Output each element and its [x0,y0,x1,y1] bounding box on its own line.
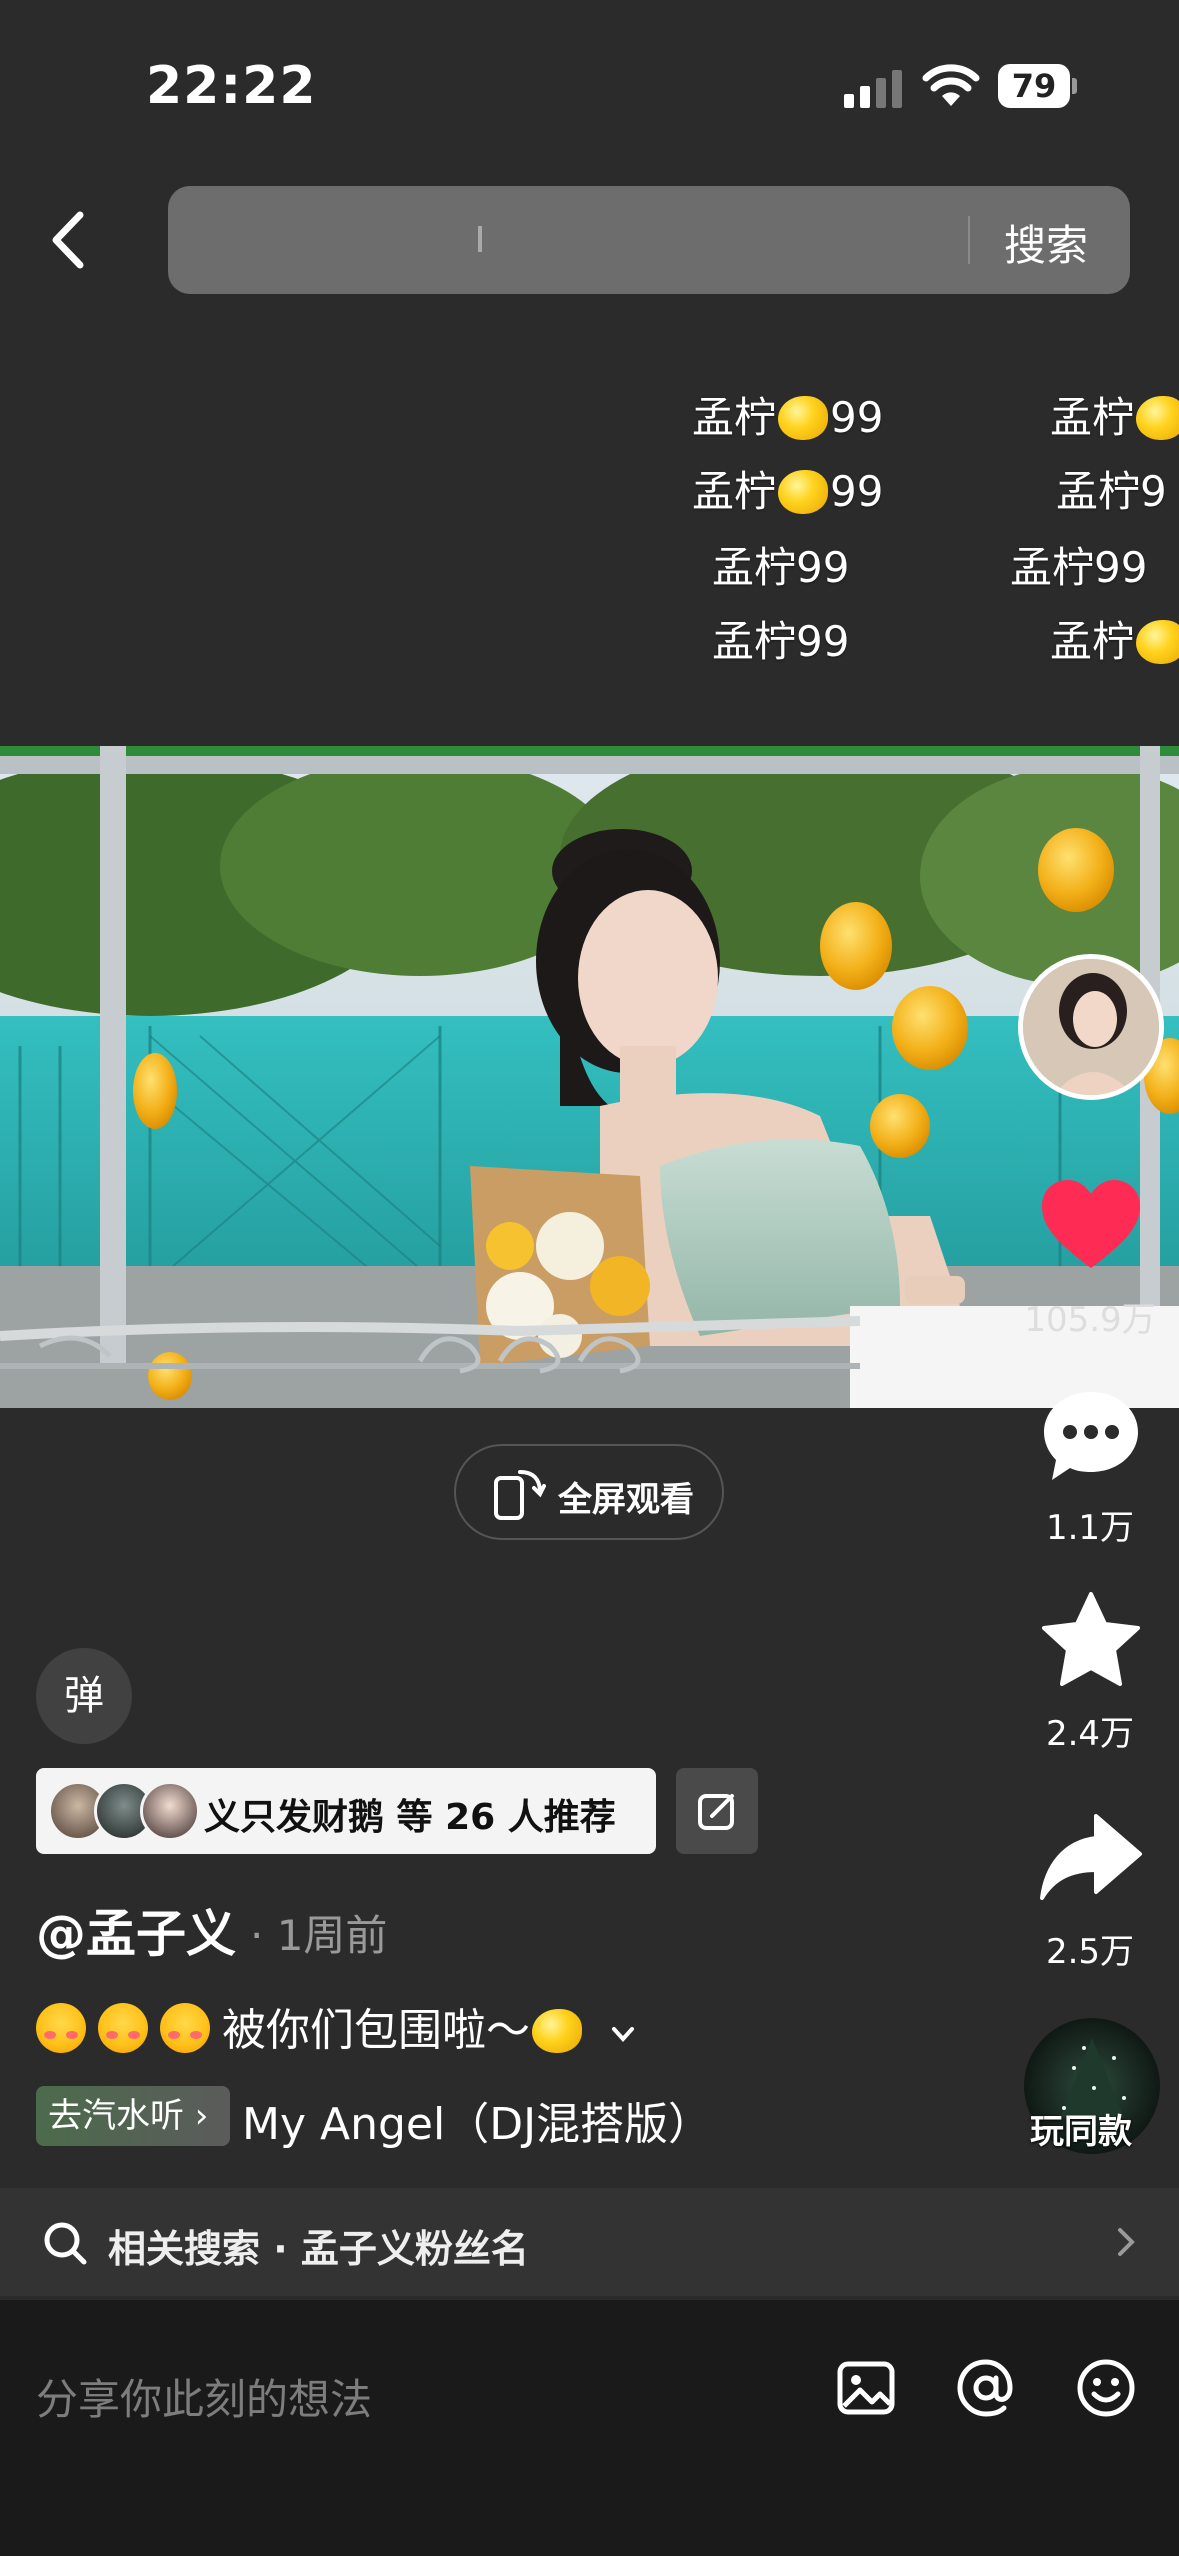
back-arrow-icon[interactable] [40,205,100,275]
search-icon [44,2222,87,2265]
danmaku-item: 孟柠99 [1010,543,1148,592]
battery-level: 79 [998,64,1070,108]
share-count: 2.5万 [1045,1932,1135,1972]
author-name[interactable]: @孟子义 [36,1894,236,1966]
smiling-hearts-emoji-icon [160,2003,210,2053]
fullscreen-label: 全屏观看 [558,1480,694,1520]
lemon-emoji-icon [1136,396,1179,440]
danmaku-item: 孟柠9 [1056,467,1167,516]
share-arrow-icon[interactable] [1036,1808,1146,1908]
edit-recommend-button[interactable] [676,1768,758,1854]
search-button[interactable]: 搜索 [1004,212,1088,273]
related-search-bar[interactable]: 相关搜索 · 孟子义粉丝名 [0,2188,1179,2296]
recommend-pill[interactable]: 义只发财鹅 等 26 人推荐 [36,1768,656,1854]
at-mention-icon[interactable] [954,2356,1018,2420]
danmaku-item: 孟柠99 [712,543,850,592]
like-heart-icon[interactable] [1036,1176,1146,1276]
danmaku-item: 孟柠99 [692,393,884,442]
lemon-emoji-icon [778,470,829,514]
image-picker-icon[interactable] [834,2356,898,2420]
music-title[interactable]: My Angel（DJ混搭版） [242,2088,712,2152]
comment-icon[interactable] [1036,1386,1146,1486]
open-in-music-app-tag[interactable]: 去汽水听 › [36,2086,230,2146]
like-count: 105.9万 [1024,1300,1156,1340]
lemon-emoji-icon [532,2009,582,2053]
danmaku-toggle-button[interactable]: 弹 [36,1648,132,1744]
status-time: 22:22 [146,56,317,116]
smiling-hearts-emoji-icon [36,2003,86,2053]
play-same-label: 玩同款 [1030,2112,1132,2152]
video-player[interactable] [0,746,1179,1408]
cellular-signal-icon [844,70,902,108]
post-caption[interactable]: 被你们包围啦～ [36,1994,638,2058]
chevron-right-icon [1118,2228,1135,2256]
lemon-emoji-icon [778,396,829,440]
battery-icon: 79 [998,64,1077,108]
search-caret [478,226,482,252]
danmaku-item: 孟柠99 [712,617,850,666]
emoji-face-icon[interactable] [1074,2356,1138,2420]
video-frame [0,746,1179,1408]
chevron-down-icon[interactable] [608,2019,638,2049]
related-search-text: 相关搜索 · 孟子义粉丝名 [108,2227,529,2271]
danmaku-item: 孟柠 [1050,608,1179,669]
danmaku-item: 孟柠99 [692,467,884,516]
search-input[interactable]: 搜索 [168,186,1130,294]
recommender-avatar [140,1781,200,1841]
rotate-phone-icon [494,1470,546,1520]
wifi-icon [922,64,980,106]
comment-bar: 分享你此刻的想法 [0,2300,1179,2556]
comment-input[interactable]: 分享你此刻的想法 [36,2366,372,2427]
danmaku-item: 孟柠 [1050,384,1179,445]
lemon-emoji-icon [1136,620,1179,664]
comment-count: 1.1万 [1045,1508,1135,1548]
caption-text: 被你们包围啦～ [222,2005,530,2056]
favorite-count: 2.4万 [1045,1714,1135,1754]
fullscreen-button[interactable]: 全屏观看 [454,1444,724,1540]
recommend-text: 义只发财鹅 等 26 人推荐 [204,1797,616,1838]
author-avatar[interactable] [1018,954,1164,1100]
edit-pencil-icon [698,1794,734,1830]
post-time: · 1周前 [250,1911,388,1960]
favorite-star-icon[interactable] [1036,1590,1146,1690]
smiling-hearts-emoji-icon [98,2003,148,2053]
